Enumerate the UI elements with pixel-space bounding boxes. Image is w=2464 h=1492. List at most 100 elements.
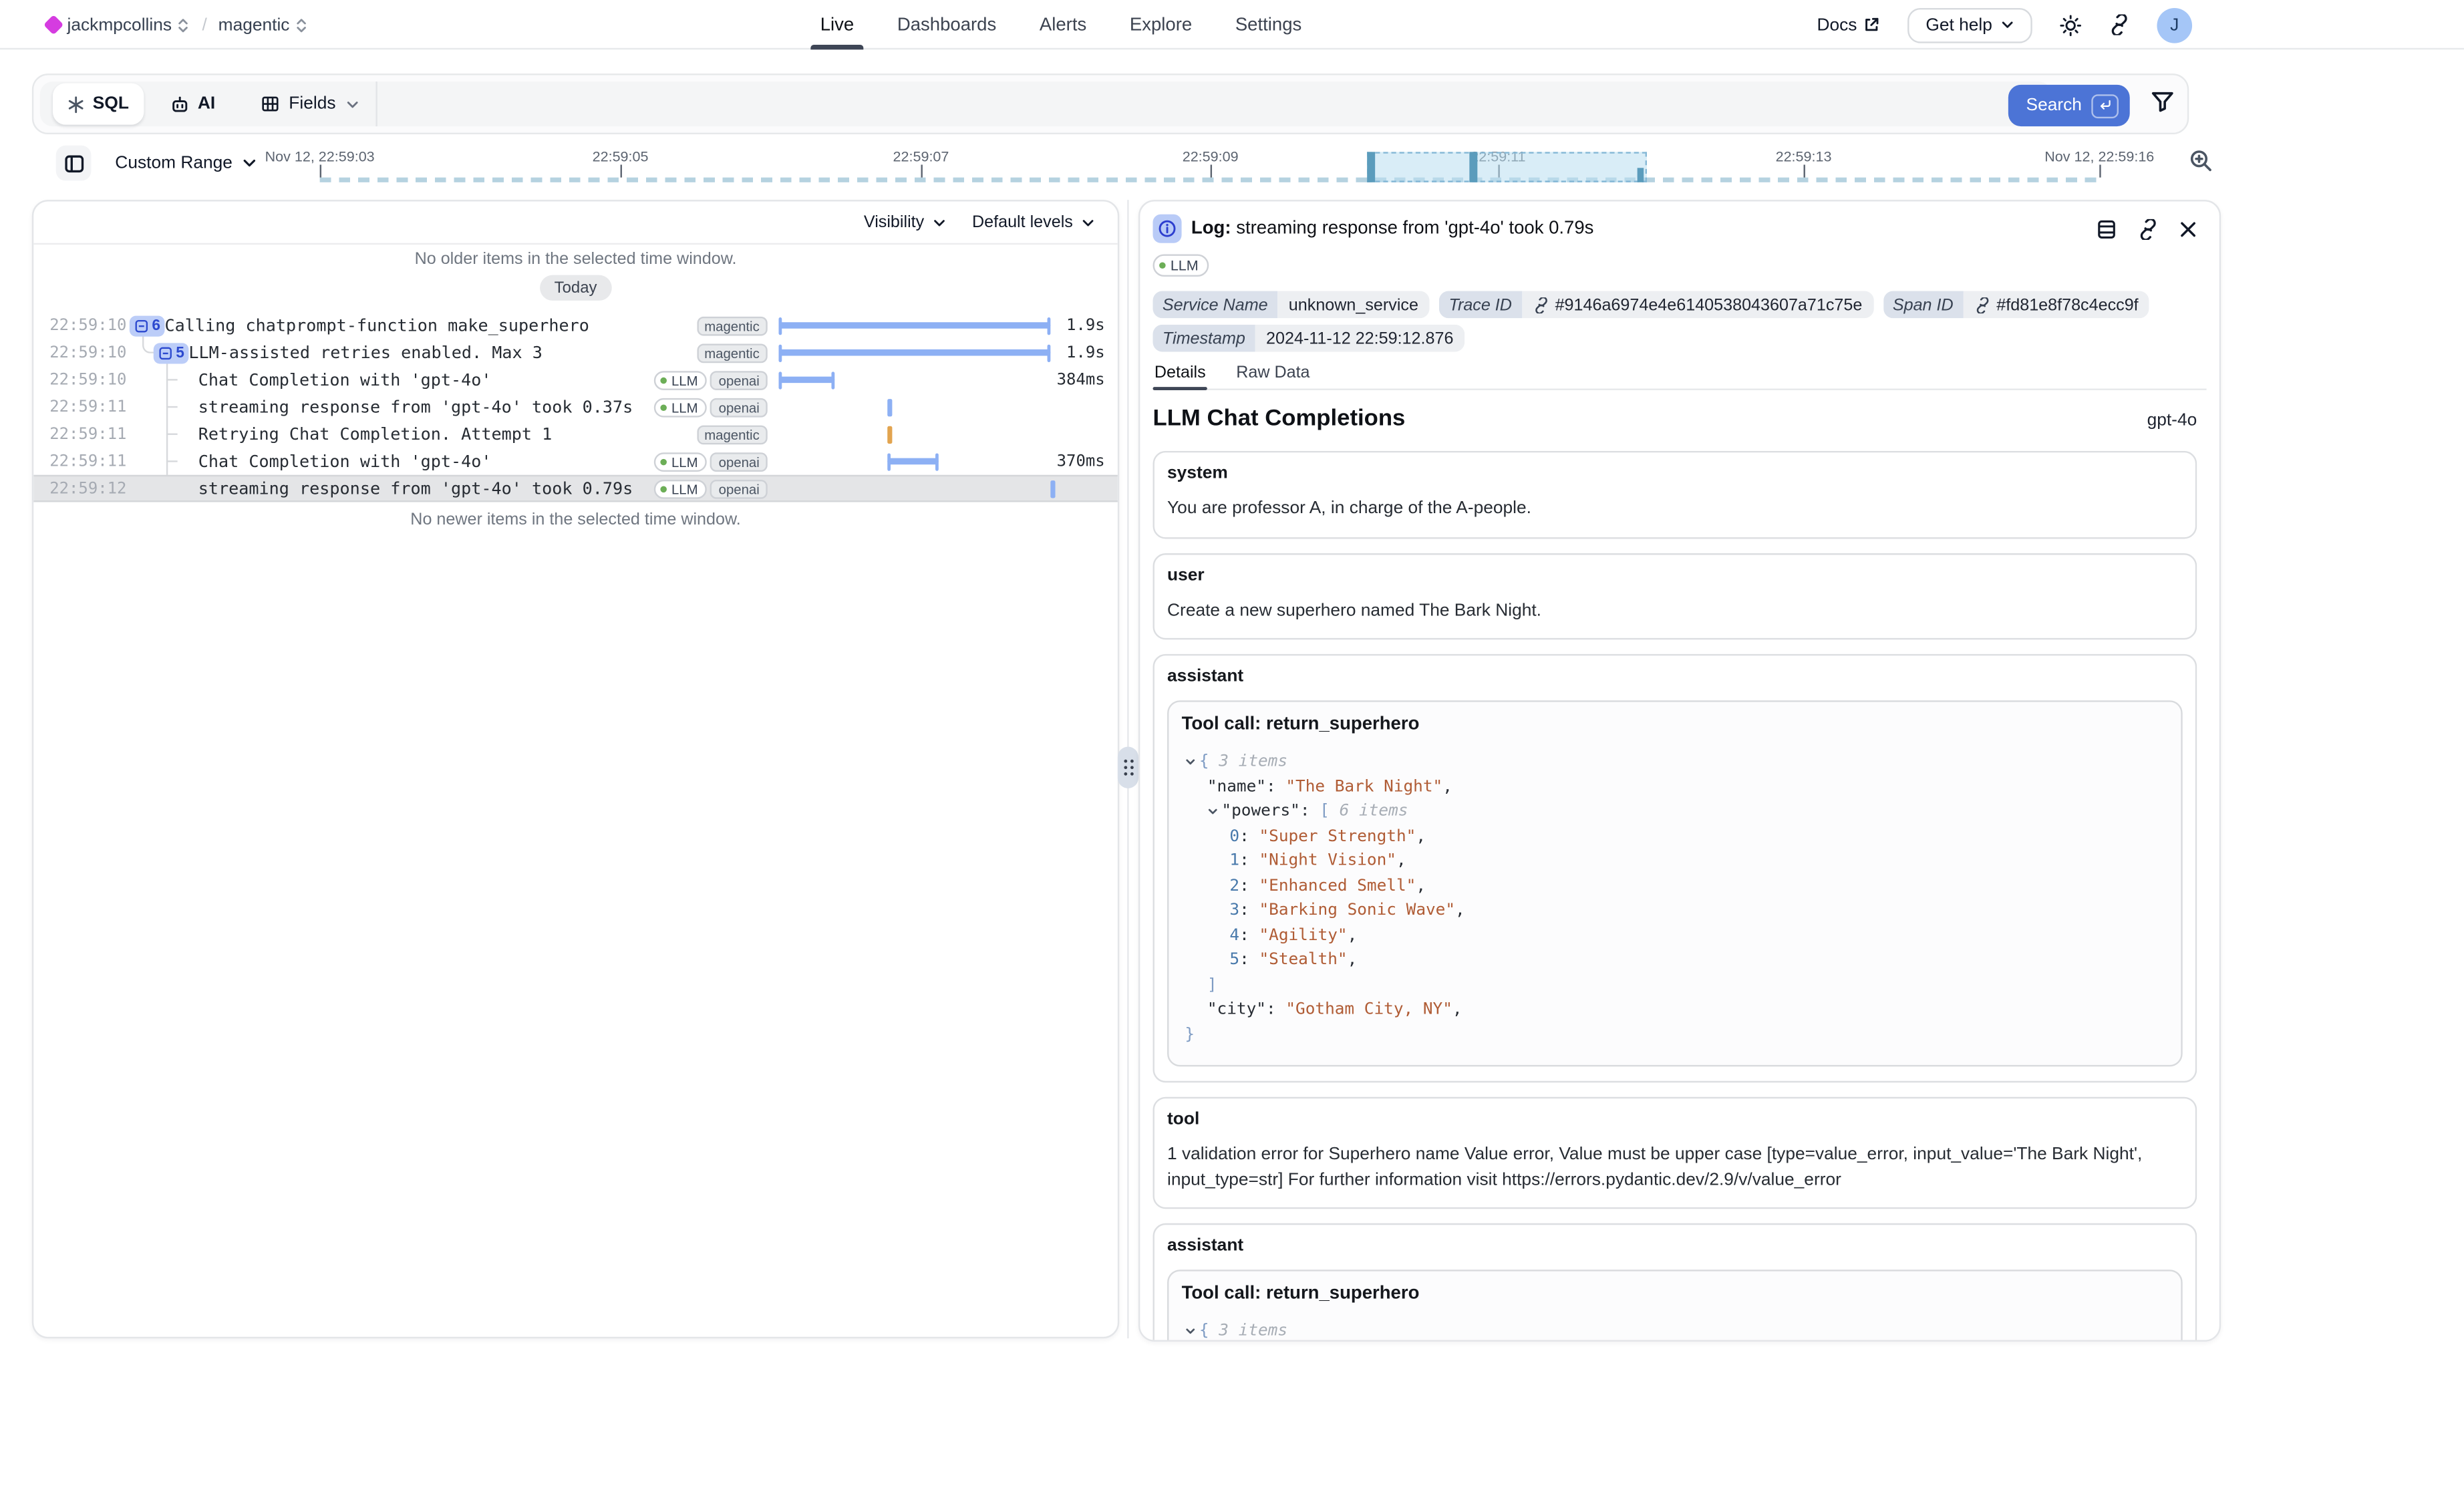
- log-timestamp: 22:59:11: [49, 452, 126, 470]
- trace-id-chip[interactable]: Trace ID#9146a6974e4e6140538043607a71c75…: [1439, 291, 1873, 319]
- timeline-tick-mark: [2099, 164, 2101, 177]
- collapse-chevron-icon[interactable]: [1185, 1326, 1199, 1338]
- user-avatar[interactable]: J: [2157, 7, 2192, 43]
- timeline-tick-label: 22:59:07: [893, 149, 949, 165]
- tab-dashboards[interactable]: Dashboards: [897, 0, 996, 49]
- section-title: LLM Chat Completions: [1152, 406, 1405, 432]
- log-row[interactable]: 22:59:11Retrying Chat Completion. Attemp…: [33, 420, 1118, 448]
- service-name-chip[interactable]: Service Nameunknown_service: [1152, 291, 1429, 319]
- log-badges: magentic: [696, 424, 767, 444]
- collapse-count-badge[interactable]: 5: [154, 342, 189, 363]
- chip-value: unknown_service: [1277, 291, 1430, 319]
- link-icon: [2138, 218, 2159, 239]
- message-card-user: userCreate a new superhero named The Bar…: [1152, 553, 2197, 640]
- no-newer-note: No newer items in the selected time wind…: [33, 510, 1118, 529]
- timestamp-chip[interactable]: Timestamp2024-11-12 22:59:12.876: [1152, 325, 1465, 352]
- tab-alerts[interactable]: Alerts: [1040, 0, 1086, 49]
- timeline-tick-mark: [621, 164, 622, 177]
- timeline-selection[interactable]: [1367, 152, 1647, 182]
- detail-tab-details[interactable]: Details: [1152, 357, 1207, 389]
- llm-badge: LLM: [654, 398, 708, 417]
- attribute-badge: openai: [711, 370, 768, 390]
- log-detail-panel: Log: streaming response from 'gpt-4o' to…: [1138, 200, 2221, 1342]
- project-selector[interactable]: magentic: [218, 15, 309, 35]
- log-message: Chat Completion with 'gpt-4o': [198, 370, 492, 390]
- message-role: tool: [1167, 1110, 2183, 1129]
- tab-settings[interactable]: Settings: [1235, 0, 1301, 49]
- detail-tab-raw-data[interactable]: Raw Data: [1235, 357, 1312, 389]
- message-card-assistant: assistantTool call: return_superhero{ 3 …: [1152, 654, 2197, 1082]
- log-row[interactable]: 22:59:11streaming response from 'gpt-4o'…: [33, 394, 1118, 421]
- chip-label: Service Name: [1152, 291, 1277, 319]
- json-line: 3: "Barking Sonic Wave",: [1182, 899, 2169, 924]
- link-icon: [1974, 297, 1990, 313]
- span-id-chip[interactable]: Span ID#fd81e8f78c4ecc9f: [1883, 291, 2149, 319]
- sidebar-toggle-button[interactable]: [56, 146, 92, 181]
- timeline-zoom-button[interactable]: [2189, 149, 2213, 173]
- collapse-count-badge[interactable]: 6: [130, 315, 165, 335]
- today-pill[interactable]: Today: [540, 275, 611, 301]
- llm-badge: LLM: [654, 370, 708, 390]
- app-root: jackmpcollins / magentic LiveDashboardsA…: [0, 0, 2464, 1492]
- llm-badge: LLM: [654, 479, 708, 498]
- org-selector[interactable]: jackmpcollins: [67, 15, 191, 35]
- external-link-icon: [1863, 16, 1881, 33]
- message-card-tool: tool1 validation error for Superhero nam…: [1152, 1097, 2197, 1209]
- attribute-badge: magentic: [696, 424, 767, 444]
- copy-link-button[interactable]: [2138, 218, 2159, 239]
- json-line: 4: "Agility",: [1182, 924, 2169, 949]
- collapse-chevron-icon[interactable]: [1185, 757, 1199, 768]
- log-message: Retrying Chat Completion. Attempt 1: [198, 424, 553, 444]
- log-row[interactable]: 22:59:106Calling chatprompt-function mak…: [33, 312, 1118, 339]
- timeline-axis[interactable]: Nov 12, 22:59:0322:59:0522:59:0722:59:09…: [272, 141, 2175, 189]
- theme-toggle-button[interactable]: [2059, 13, 2082, 36]
- splitter-handle[interactable]: [1118, 747, 1138, 788]
- log-row[interactable]: 22:59:105LLM-assisted retries enabled. M…: [33, 339, 1118, 366]
- json-line: { 3 items: [1182, 1320, 2169, 1340]
- docs-link[interactable]: Docs: [1817, 15, 1881, 35]
- chevron-down-icon: [1081, 215, 1096, 230]
- tab-explore[interactable]: Explore: [1130, 0, 1192, 49]
- attribute-badge: openai: [711, 452, 768, 471]
- layout-icon: [2096, 218, 2117, 239]
- get-help-button[interactable]: Get help: [1908, 7, 2032, 43]
- span-instant-tick: [1050, 480, 1054, 497]
- ai-mode-button[interactable]: AI: [156, 83, 228, 124]
- close-button[interactable]: [2179, 220, 2197, 237]
- tab-live[interactable]: Live: [820, 0, 855, 49]
- message-role: assistant: [1167, 667, 2183, 686]
- funnel-icon: [2151, 90, 2175, 114]
- layout-view-button[interactable]: [2096, 218, 2117, 239]
- sun-icon: [2059, 13, 2082, 36]
- share-link-button[interactable]: [2109, 15, 2130, 35]
- timeline-tick-mark: [1211, 164, 1212, 177]
- sql-mode-button[interactable]: SQL: [53, 83, 144, 124]
- span-instant-tick: [887, 398, 891, 416]
- json-line: 2: "Enhanced Smell",: [1182, 874, 2169, 899]
- sparkle-icon: [67, 95, 85, 112]
- visibility-dropdown[interactable]: Visibility: [864, 212, 947, 232]
- time-range-selector[interactable]: Custom Range: [115, 146, 258, 181]
- search-input[interactable]: [377, 82, 2052, 126]
- updown-icon: [295, 17, 309, 33]
- link-icon: [1533, 297, 1549, 313]
- log-row[interactable]: 22:59:11Chat Completion with 'gpt-4o'LLM…: [33, 448, 1118, 475]
- default-levels-dropdown[interactable]: Default levels: [972, 212, 1095, 232]
- info-icon: [1152, 214, 1181, 243]
- log-message: streaming response from 'gpt-4o' took 0.…: [198, 479, 633, 498]
- fields-button[interactable]: Fields: [247, 83, 372, 124]
- search-button[interactable]: Search: [2008, 85, 2130, 126]
- org-name: jackmpcollins: [67, 15, 172, 35]
- docs-label: Docs: [1817, 15, 1857, 35]
- chip-value: #9146a6974e4e6140538043607a71c75e: [1521, 291, 1873, 319]
- chevron-down-icon: [932, 215, 947, 230]
- default-levels-label: Default levels: [972, 212, 1073, 232]
- collapse-chevron-icon[interactable]: [1207, 806, 1222, 818]
- log-row[interactable]: 22:59:10Chat Completion with 'gpt-4o'LLM…: [33, 366, 1118, 394]
- filter-button[interactable]: [2151, 90, 2175, 114]
- log-row[interactable]: 22:59:12streaming response from 'gpt-4o'…: [33, 475, 1118, 502]
- timeline-histogram-bar: [1469, 152, 1477, 182]
- llm-dot-icon: [660, 377, 667, 384]
- json-line: 5: "Stealth",: [1182, 949, 2169, 974]
- brand-logo-icon: [43, 15, 63, 35]
